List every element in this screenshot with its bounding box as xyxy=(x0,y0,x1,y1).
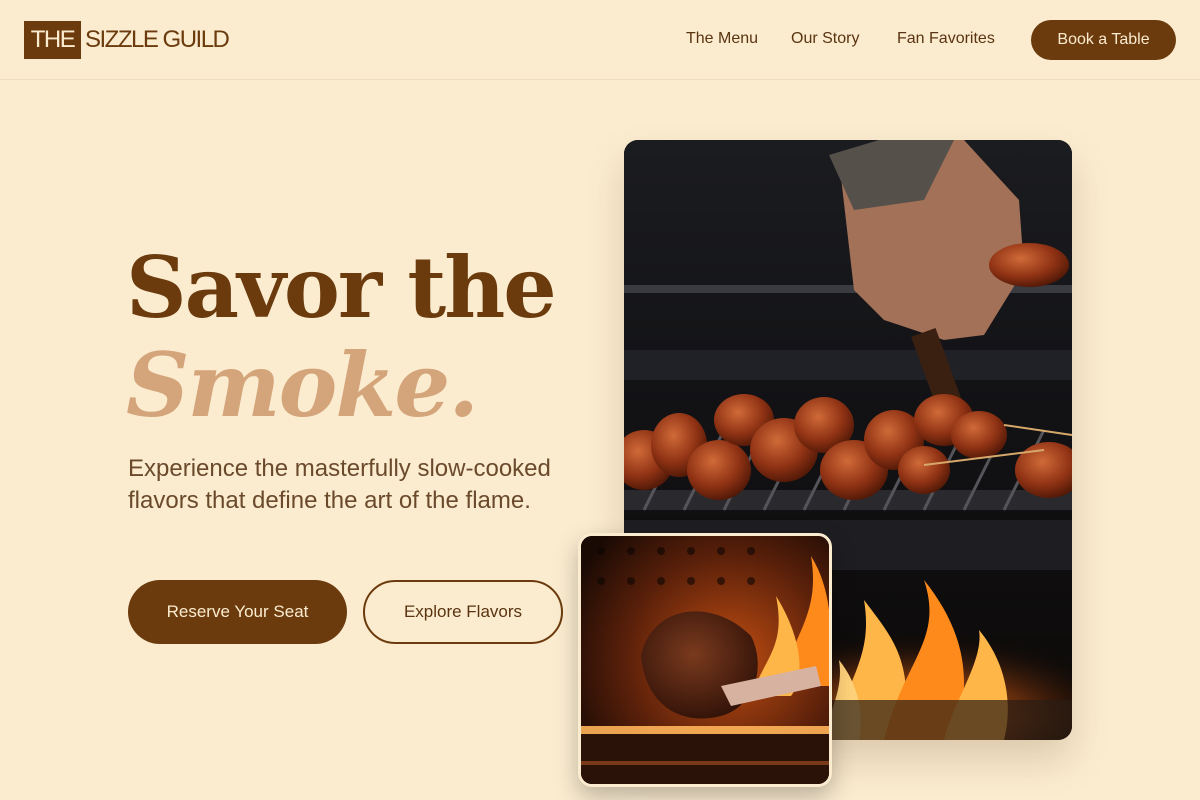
book-table-button[interactable]: Book a Table xyxy=(1031,20,1176,60)
site-header: THE SIZZLE GUILD The Menu Our Story Fan … xyxy=(0,0,1200,80)
hero-title-line1: Savor the xyxy=(126,238,557,337)
hero-title-line2: Smoke. xyxy=(126,333,479,437)
explore-flavors-button[interactable]: Explore Flavors xyxy=(363,580,563,644)
reserve-seat-button[interactable]: Reserve Your Seat xyxy=(128,580,347,644)
flame-grilled-steak-photo xyxy=(578,533,832,787)
logo-box: THE xyxy=(24,21,81,59)
nav-link-our-story[interactable]: Our Story xyxy=(791,30,859,48)
nav-link-menu[interactable]: The Menu xyxy=(686,30,758,48)
logo-text: SIZZLE GUILD xyxy=(85,26,230,53)
nav-link-fan-favorites[interactable]: Fan Favorites xyxy=(897,30,995,48)
hero-description: Experience the masterfully slow-cooked f… xyxy=(128,455,551,514)
logo[interactable]: THE SIZZLE GUILD xyxy=(24,21,230,59)
